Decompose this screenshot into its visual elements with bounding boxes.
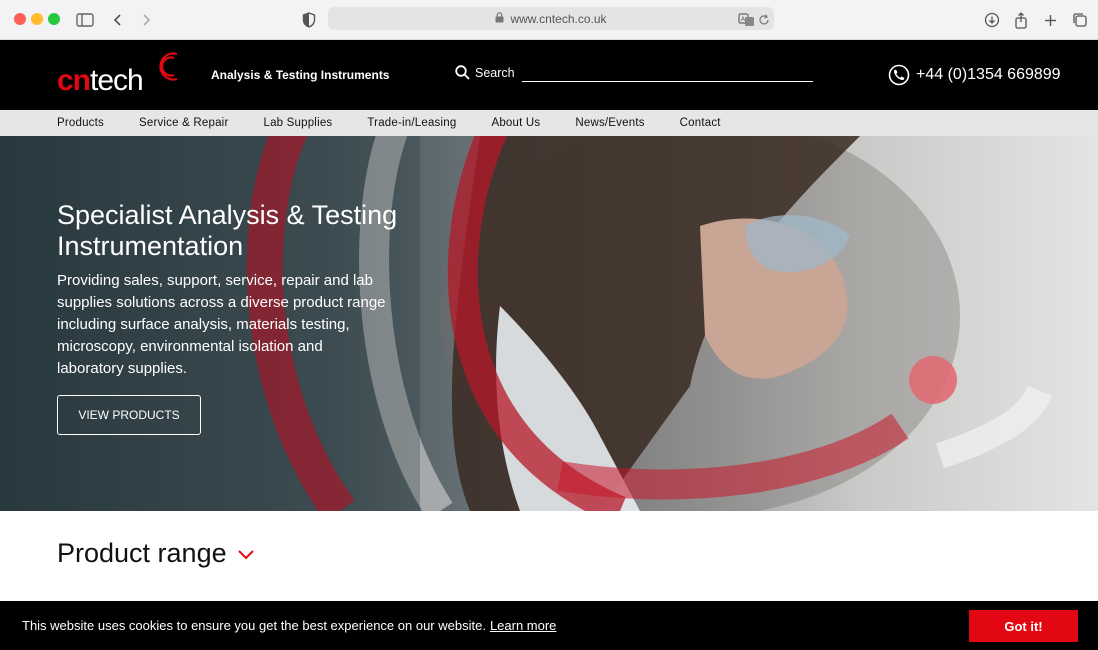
browser-toolbar: www.cntech.co.uk A <box>0 0 1098 40</box>
site-tagline: Analysis & Testing Instruments <box>211 68 390 82</box>
minimize-window-button[interactable] <box>31 13 43 25</box>
nav-item-lab-supplies[interactable]: Lab Supplies <box>263 117 332 129</box>
forward-icon[interactable] <box>135 9 157 31</box>
share-icon[interactable] <box>1010 9 1032 31</box>
new-tab-icon[interactable] <box>1039 9 1061 31</box>
back-icon[interactable] <box>107 9 129 31</box>
logo-text-cn: cn <box>57 64 91 97</box>
phone-icon <box>888 64 910 86</box>
learn-more-link[interactable]: Learn more <box>490 618 556 633</box>
product-range-section: Product range <box>57 538 255 569</box>
shield-icon[interactable] <box>298 9 320 31</box>
phone-number: +44 (0)1354 669899 <box>916 66 1061 83</box>
hero-banner: Specialist Analysis & Testing Instrument… <box>0 136 1098 511</box>
search-input[interactable] <box>522 81 813 82</box>
search-button[interactable]: Search <box>455 65 515 80</box>
logo-c-mark <box>159 52 178 81</box>
search-icon <box>455 65 470 80</box>
nav-item-about-us[interactable]: About Us <box>491 117 540 129</box>
nav-item-news-events[interactable]: News/Events <box>575 117 644 129</box>
url-text: www.cntech.co.uk <box>510 11 607 26</box>
chevron-down-icon[interactable] <box>237 548 255 566</box>
address-bar[interactable]: www.cntech.co.uk <box>328 7 774 30</box>
main-nav: Products Service & Repair Lab Supplies T… <box>0 110 1098 136</box>
reload-icon[interactable] <box>753 9 775 31</box>
cookie-accept-button[interactable]: Got it! <box>969 610 1078 642</box>
cookie-message: This website uses cookies to ensure you … <box>22 618 486 633</box>
close-window-button[interactable] <box>14 13 26 25</box>
product-range-heading: Product range <box>57 538 227 568</box>
nav-item-products[interactable]: Products <box>57 117 104 129</box>
view-products-button[interactable]: VIEW PRODUCTS <box>57 395 201 435</box>
lock-icon <box>495 11 504 26</box>
nav-item-trade-in-leasing[interactable]: Trade-in/Leasing <box>367 117 456 129</box>
tabs-icon[interactable] <box>1069 9 1091 31</box>
sidebar-icon[interactable] <box>74 9 96 31</box>
nav-item-service-repair[interactable]: Service & Repair <box>139 117 228 129</box>
hero-description: Providing sales, support, service, repai… <box>57 272 386 377</box>
maximize-window-button[interactable] <box>48 13 60 25</box>
site-header: cntech Analysis & Testing Instruments Se… <box>0 40 1098 110</box>
search-label: Search <box>475 65 515 80</box>
cookie-banner: This website uses cookies to ensure you … <box>0 601 1098 650</box>
cntech-logo[interactable]: cntech <box>57 48 187 100</box>
phone-link[interactable]: +44 (0)1354 669899 <box>888 64 1061 86</box>
logo-text-tech: tech <box>90 64 144 97</box>
nav-item-contact[interactable]: Contact <box>680 117 721 129</box>
hero-title: Specialist Analysis & Testing Instrument… <box>57 200 398 261</box>
download-icon[interactable] <box>981 9 1003 31</box>
